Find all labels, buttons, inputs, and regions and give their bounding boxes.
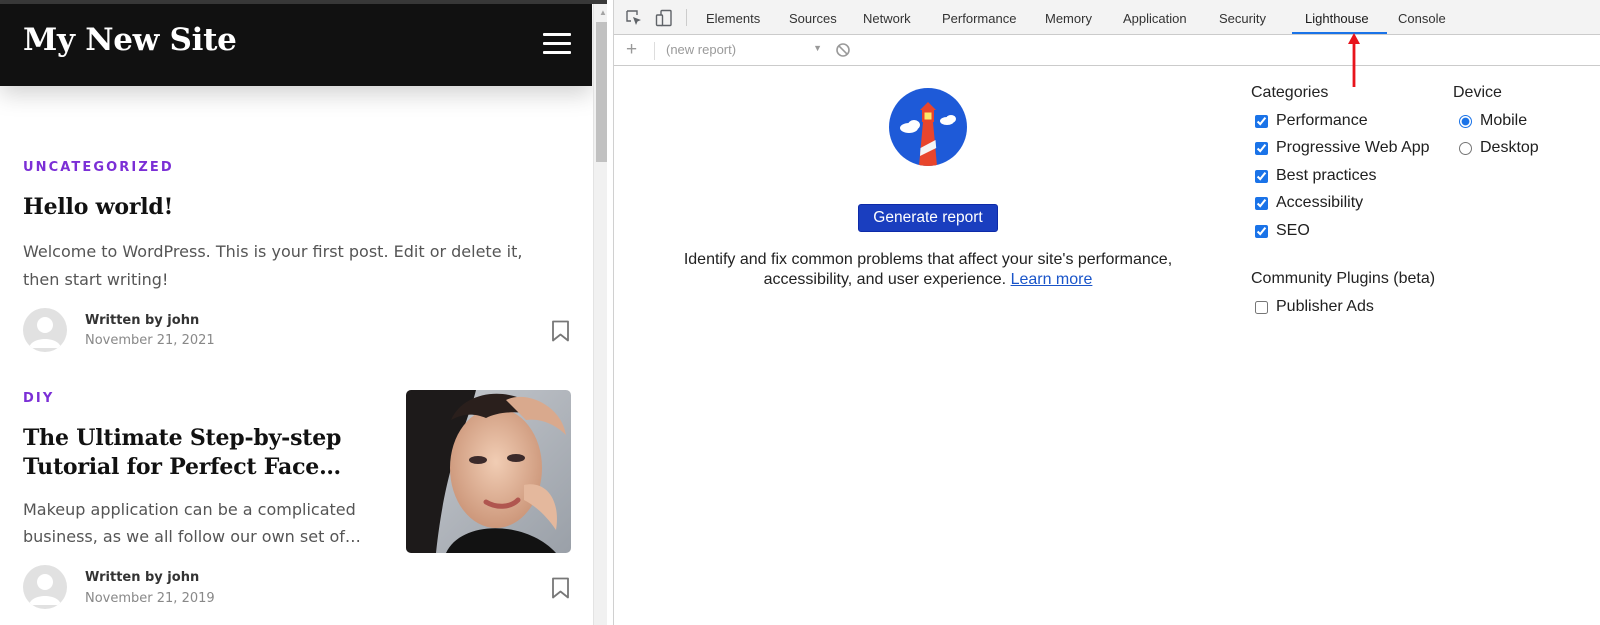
tab-memory[interactable]: Memory — [1045, 11, 1092, 26]
category-label: Progressive Web App — [1276, 139, 1430, 156]
category-pwa[interactable]: Progressive Web App — [1255, 138, 1430, 158]
category-checkbox[interactable] — [1255, 169, 1268, 183]
device-radio[interactable] — [1459, 141, 1472, 155]
tab-application[interactable]: Application — [1123, 11, 1187, 26]
category-checkbox[interactable] — [1255, 196, 1268, 210]
category-label: SEO — [1276, 222, 1310, 239]
post-category[interactable]: UNCATEGORIZED — [23, 160, 174, 175]
device-desktop[interactable]: Desktop — [1459, 138, 1539, 158]
category-label: Performance — [1276, 112, 1368, 129]
category-label: Accessibility — [1276, 194, 1364, 211]
device-radio[interactable] — [1459, 114, 1472, 128]
generate-report-button[interactable]: Generate report — [858, 204, 998, 232]
inspect-element-icon[interactable] — [625, 9, 643, 27]
plugins-heading: Community Plugins (beta) — [1251, 270, 1436, 287]
category-checkbox[interactable] — [1255, 141, 1268, 155]
website-viewport: My New Site UNCATEGORIZED Hello world! W… — [0, 0, 607, 625]
tab-security[interactable]: Security — [1219, 11, 1266, 26]
device-toggle-icon[interactable] — [655, 9, 673, 27]
post-category[interactable]: DIY — [23, 391, 54, 406]
description-line: Identify and fix common problems that af… — [683, 251, 1173, 268]
device-label: Desktop — [1480, 139, 1539, 156]
post-excerpt-line: business, as we all follow our own set o… — [23, 527, 361, 546]
page-scrollbar[interactable]: ▲ — [593, 4, 607, 625]
category-accessibility[interactable]: Accessibility — [1255, 193, 1363, 213]
category-best-practices[interactable]: Best practices — [1255, 166, 1376, 186]
learn-more-link[interactable]: Learn more — [1011, 271, 1093, 288]
device-label: Mobile — [1480, 112, 1528, 129]
lighthouse-toolbar: + (new report) ▼ — [614, 36, 1600, 66]
tab-network[interactable]: Network — [863, 11, 911, 26]
device-heading: Device — [1453, 84, 1502, 101]
post-title[interactable]: Hello world! — [23, 193, 173, 222]
post-author: Written by john — [85, 313, 200, 328]
category-seo[interactable]: SEO — [1255, 221, 1310, 241]
site-header: My New Site — [0, 4, 592, 86]
description-line-2: accessibility, and user experience. Lear… — [672, 270, 1184, 290]
scrollbar-thumb[interactable] — [596, 22, 607, 162]
devtools-tab-bar: Elements Sources Network Performance Mem… — [614, 0, 1600, 35]
plugin-label: Publisher Ads — [1276, 298, 1374, 315]
device-mobile[interactable]: Mobile — [1459, 111, 1527, 131]
toolbar-divider — [654, 42, 655, 60]
tab-performance[interactable]: Performance — [942, 11, 1016, 26]
scroll-up-arrow-icon[interactable]: ▲ — [594, 6, 607, 20]
category-performance[interactable]: Performance — [1255, 111, 1368, 131]
category-checkbox[interactable] — [1255, 114, 1268, 128]
toolbar-divider — [686, 9, 687, 26]
dropdown-arrow-icon: ▼ — [813, 43, 822, 53]
post-excerpt-line: then start writing! — [23, 270, 169, 289]
post-title-line[interactable]: Tutorial for Perfect Face… — [23, 453, 341, 482]
tab-elements[interactable]: Elements — [706, 11, 760, 26]
categories-heading: Categories — [1251, 84, 1329, 101]
site-title[interactable]: My New Site — [23, 22, 237, 58]
post-title-line[interactable]: The Ultimate Step-by-step — [23, 424, 341, 453]
report-select-value: (new report) — [666, 42, 737, 57]
post-date: November 21, 2019 — [85, 591, 215, 606]
lighthouse-description: Identify and fix common problems that af… — [672, 250, 1184, 290]
tab-sources[interactable]: Sources — [789, 11, 837, 26]
post-excerpt-line: Welcome to WordPress. This is your first… — [23, 242, 523, 261]
clear-block-icon[interactable] — [835, 42, 851, 58]
post-date: November 21, 2021 — [85, 333, 215, 348]
add-report-button[interactable]: + — [626, 40, 637, 60]
avatar[interactable] — [23, 565, 67, 609]
lighthouse-logo-icon — [889, 88, 967, 166]
bookmark-icon[interactable] — [551, 320, 570, 342]
bookmark-icon[interactable] — [551, 577, 570, 599]
hamburger-menu-icon[interactable] — [543, 30, 571, 56]
description-text: accessibility, and user experience. — [763, 271, 1007, 288]
plugin-checkbox[interactable] — [1255, 300, 1268, 314]
category-label: Best practices — [1276, 167, 1377, 184]
report-select[interactable]: (new report) ▼ — [666, 42, 822, 60]
plugin-publisher-ads[interactable]: Publisher Ads — [1255, 297, 1374, 317]
post-author: Written by john — [85, 570, 200, 585]
post-thumbnail-image[interactable] — [406, 390, 571, 553]
avatar[interactable] — [23, 308, 67, 352]
devtools-panel: Elements Sources Network Performance Mem… — [613, 0, 1600, 625]
tab-lighthouse[interactable]: Lighthouse — [1305, 11, 1369, 26]
active-tab-indicator — [1292, 32, 1387, 34]
tab-console[interactable]: Console — [1398, 11, 1446, 26]
category-checkbox[interactable] — [1255, 224, 1268, 238]
post-excerpt-line: Makeup application can be a complicated — [23, 500, 356, 519]
